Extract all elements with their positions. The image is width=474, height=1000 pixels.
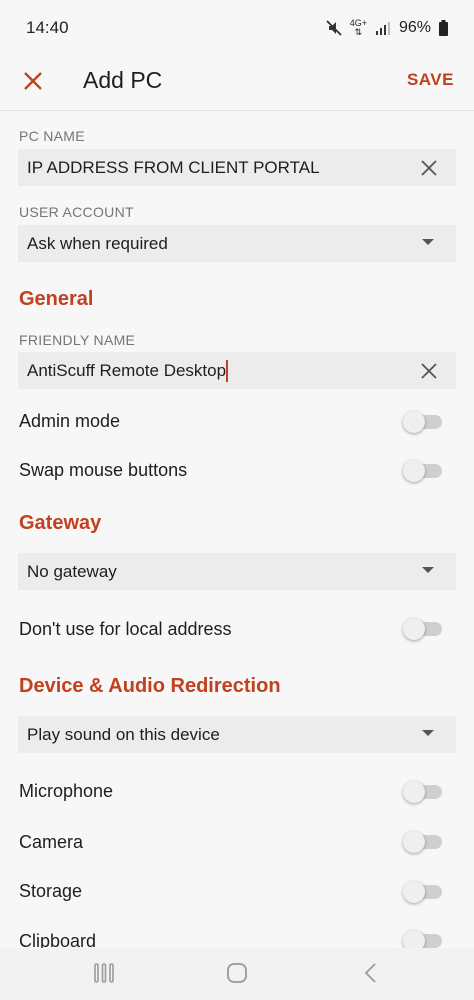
status-icons: 4G+ ⇅ 96% <box>326 19 448 37</box>
section-gateway-title: Gateway <box>19 512 102 534</box>
pc-name-label: PC NAME <box>19 128 85 144</box>
status-time: 14:40 <box>26 18 69 37</box>
pc-name-value: IP ADDRESS FROM CLIENT PORTAL <box>27 157 320 177</box>
user-account-value: Ask when required <box>27 233 168 253</box>
toggle-knob <box>403 831 425 853</box>
toggle-knob <box>403 411 425 433</box>
user-account-dropdown[interactable]: Ask when required <box>18 225 456 262</box>
section-general-title: General <box>19 288 94 310</box>
clear-icon[interactable] <box>419 361 439 381</box>
local-address-toggle[interactable] <box>403 618 442 640</box>
camera-toggle[interactable] <box>403 831 442 853</box>
sound-value: Play sound on this device <box>27 724 220 744</box>
signal-icon <box>375 22 390 35</box>
clear-icon[interactable] <box>419 158 439 178</box>
status-bar: 14:40 4G+ ⇅ 96% <box>0 0 474 56</box>
clipboard-toggle[interactable] <box>403 930 442 952</box>
local-address-label: Don't use for local address <box>19 619 232 639</box>
toggle-knob <box>403 881 425 903</box>
admin-mode-toggle[interactable] <box>403 411 442 433</box>
gateway-dropdown[interactable]: No gateway <box>18 553 456 590</box>
close-icon[interactable] <box>20 68 46 94</box>
mute-icon <box>326 20 342 36</box>
page-title: Add PC <box>83 67 163 93</box>
battery-percent: 96% <box>398 19 431 36</box>
microphone-toggle[interactable] <box>403 781 442 803</box>
friendly-name-input[interactable]: AntiScuff Remote Desktop <box>18 352 456 389</box>
text-cursor <box>226 359 229 382</box>
swap-mouse-toggle[interactable] <box>403 460 442 482</box>
recents-icon[interactable] <box>93 962 115 984</box>
dropdown-arrow-icon <box>422 567 434 573</box>
dropdown-arrow-icon <box>422 239 434 245</box>
navigation-bar <box>0 948 474 1000</box>
camera-label: Camera <box>19 832 84 852</box>
dropdown-arrow-icon <box>422 730 434 736</box>
admin-mode-label: Admin mode <box>19 411 121 431</box>
network-type-label: 4G+ <box>349 18 367 28</box>
gateway-value: No gateway <box>27 561 117 581</box>
app-bar: Add PC SAVE <box>0 56 474 111</box>
storage-label: Storage <box>19 881 83 901</box>
swap-mouse-label: Swap mouse buttons <box>19 460 188 480</box>
friendly-name-value: AntiScuff Remote Desktop <box>27 360 227 380</box>
toggle-knob <box>403 460 425 482</box>
user-account-label: USER ACCOUNT <box>19 204 134 220</box>
toggle-knob <box>403 781 425 803</box>
section-redirection-title: Device & Audio Redirection <box>19 675 281 697</box>
pc-name-input[interactable]: IP ADDRESS FROM CLIENT PORTAL <box>18 149 456 186</box>
home-icon[interactable] <box>226 962 248 984</box>
battery-icon <box>439 20 448 36</box>
sound-dropdown[interactable]: Play sound on this device <box>18 716 456 753</box>
network-4g-icon: 4G+ ⇅ <box>349 18 367 37</box>
save-button[interactable]: SAVE <box>407 70 454 90</box>
storage-toggle[interactable] <box>403 881 442 903</box>
microphone-label: Microphone <box>19 781 114 801</box>
back-icon[interactable] <box>360 962 382 984</box>
toggle-knob <box>403 618 425 640</box>
friendly-name-label: FRIENDLY NAME <box>19 332 136 348</box>
